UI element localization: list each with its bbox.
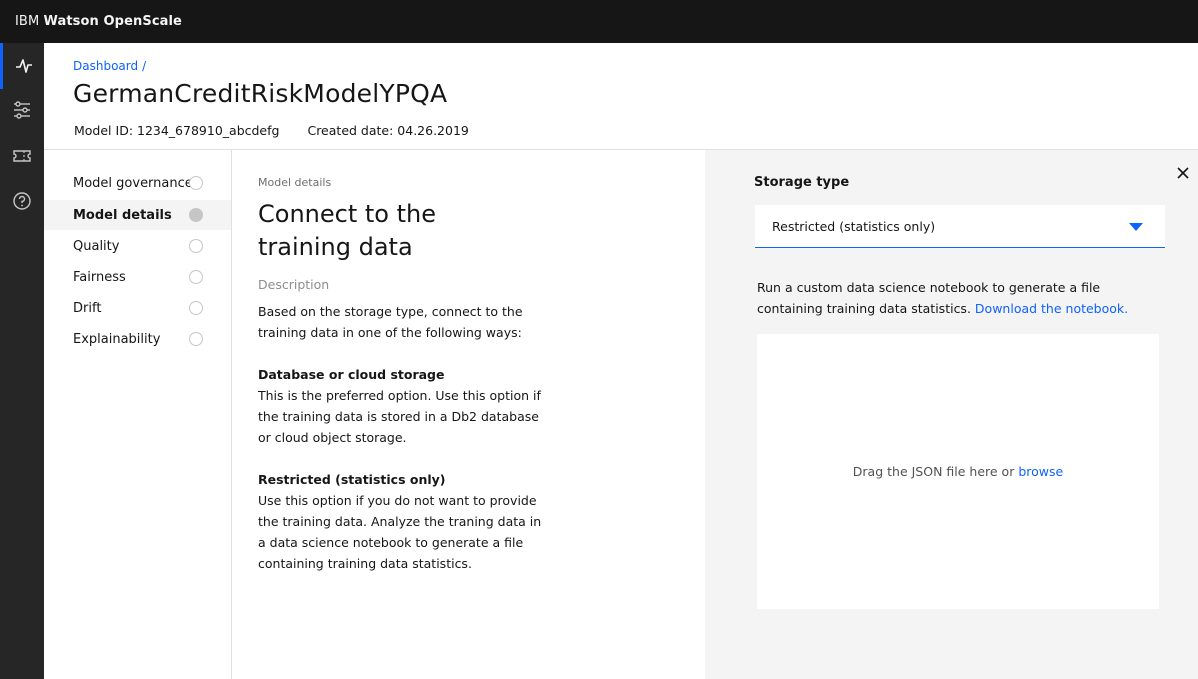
- notebook-instructions: Run a custom data science notebook to ge…: [757, 277, 1157, 319]
- top-bar: IBM Watson OpenScale: [0, 0, 1198, 43]
- option-restricted-text: Use this option if you do not want to pr…: [258, 493, 542, 571]
- breadcrumb-separator: /: [142, 59, 147, 73]
- model-meta: Model ID: 1234_678910_abcdefg Created da…: [74, 123, 469, 138]
- activity-icon: [15, 59, 32, 73]
- step-label: Model governance: [73, 175, 193, 191]
- side-panel: Storage type Restricted (statistics only…: [705, 150, 1198, 679]
- section-heading: Connect to the training data: [258, 200, 436, 261]
- rail-item-activity[interactable]: [0, 43, 44, 89]
- intro-text: Based on the storage type, connect to th…: [258, 304, 523, 340]
- step-status-icon: [189, 270, 203, 284]
- option-database-text: This is the preferred option. Use this o…: [258, 388, 541, 445]
- step-explainability[interactable]: Explainability: [44, 324, 231, 354]
- rail-item-settings[interactable]: [0, 87, 44, 133]
- step-quality[interactable]: Quality: [44, 231, 231, 261]
- brand-logo[interactable]: IBM Watson OpenScale: [15, 14, 182, 29]
- option-restricted-title: Restricted (statistics only): [258, 472, 446, 487]
- step-status-icon: [189, 332, 203, 346]
- file-drop-zone[interactable]: Drag the JSON file here or browse: [757, 334, 1159, 609]
- option-restricted: Restricted (statistics only) Use this op…: [258, 469, 548, 574]
- model-id: Model ID: 1234_678910_abcdefg: [74, 123, 280, 138]
- rail-item-tickets[interactable]: [0, 133, 44, 179]
- breadcrumb-dashboard-link[interactable]: Dashboard: [73, 59, 138, 73]
- step-status-icon: [189, 176, 203, 190]
- storage-type-value: Restricted (statistics only): [772, 218, 936, 234]
- storage-type-label: Storage type: [754, 175, 850, 190]
- section-label: Model details: [258, 176, 332, 189]
- option-database-title: Database or cloud storage: [258, 367, 445, 382]
- progress-steps: Model governance Model details Quality F…: [44, 150, 232, 679]
- close-icon[interactable]: [1176, 166, 1190, 180]
- step-label: Fairness: [73, 269, 126, 285]
- content-area: Model details Connect to the training da…: [232, 150, 705, 679]
- step-label: Quality: [73, 238, 120, 254]
- step-label: Model details: [73, 207, 172, 223]
- step-drift[interactable]: Drift: [44, 293, 231, 323]
- rail-item-help[interactable]: [0, 178, 44, 224]
- page-header: Dashboard / GermanCreditRiskModelYPQA Mod…: [44, 43, 1198, 150]
- option-database: Database or cloud storage This is the pr…: [258, 364, 548, 448]
- side-rail: [0, 43, 44, 679]
- help-icon: [13, 192, 31, 210]
- step-status-icon: [189, 239, 203, 253]
- storage-type-dropdown[interactable]: Restricted (statistics only): [755, 205, 1165, 248]
- download-notebook-link[interactable]: Download the notebook.: [975, 301, 1128, 316]
- step-model-governance[interactable]: Model governance: [44, 168, 231, 198]
- sliders-icon: [14, 101, 30, 119]
- description-label: Description: [258, 277, 330, 292]
- caret-down-icon: [1129, 223, 1143, 231]
- step-status-icon: [189, 301, 203, 315]
- step-status-icon: [189, 208, 203, 222]
- drop-text: Drag the JSON file here or: [852, 464, 1015, 479]
- page-title: GermanCreditRiskModelYPQA: [73, 79, 448, 108]
- breadcrumb: Dashboard /: [73, 59, 146, 73]
- ticket-icon: [13, 150, 31, 162]
- step-label: Explainability: [73, 331, 161, 347]
- browse-link[interactable]: browse: [1018, 464, 1063, 479]
- step-model-details[interactable]: Model details: [44, 200, 231, 230]
- created-date: Created date: 04.26.2019: [307, 123, 469, 138]
- step-fairness[interactable]: Fairness: [44, 262, 231, 292]
- step-label: Drift: [73, 300, 102, 316]
